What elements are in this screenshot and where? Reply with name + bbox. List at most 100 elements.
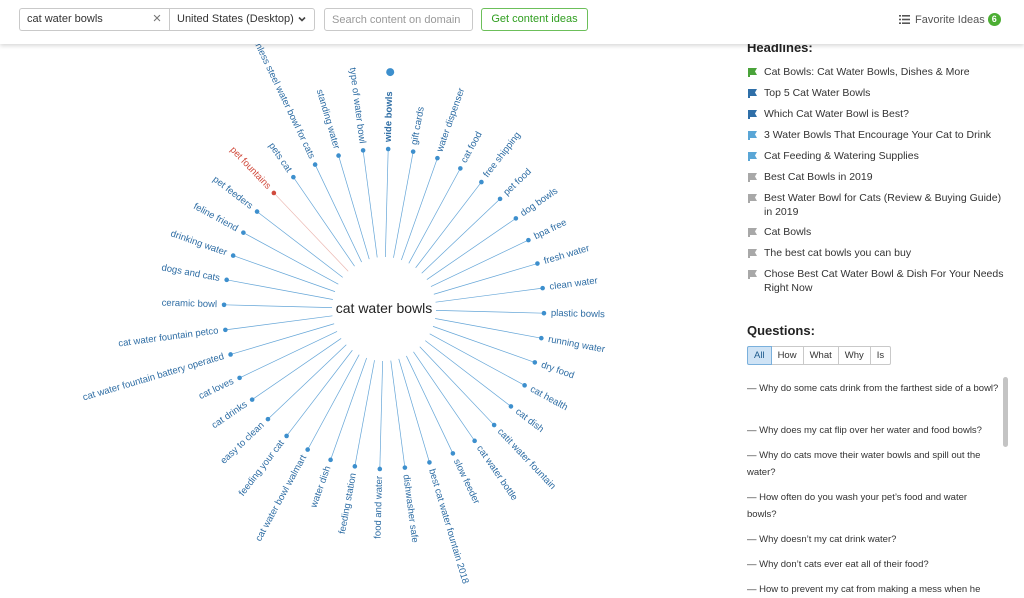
mindmap-topic-label[interactable]: feline friend [191, 201, 239, 234]
question-tab-how[interactable]: How [770, 346, 804, 365]
info-icon[interactable] [386, 68, 395, 77]
question-item[interactable]: — How often do you wash your pet’s food … [747, 489, 999, 523]
mindmap-node-dot[interactable] [435, 155, 440, 161]
mindmap-topic-label[interactable]: water dispenser [434, 87, 467, 155]
question-tab-why[interactable]: Why [837, 346, 871, 365]
mindmap-topic-label[interactable]: cat water fountain petco [118, 325, 219, 349]
mindmap-node-dot[interactable] [352, 464, 358, 469]
question-item[interactable]: — Why don’t cats ever eat all of their f… [747, 556, 999, 573]
mindmap-node-dot[interactable] [241, 230, 246, 235]
mindmap-topic-label[interactable]: bpa free [532, 217, 568, 242]
country-select[interactable]: United States (Desktop) [169, 8, 315, 31]
question-tab-what[interactable]: What [802, 346, 839, 365]
mindmap-topic-label[interactable]: cat loves [197, 376, 236, 402]
mindmap-node-dot[interactable] [522, 383, 527, 388]
mindmap-topic-label[interactable]: dogs and cats [161, 262, 221, 284]
mindmap-node-dot[interactable] [228, 352, 233, 357]
mindmap-node-dot[interactable] [497, 196, 503, 202]
mindmap-topic-label[interactable]: standing water [314, 88, 342, 150]
mindmap-node-dot[interactable] [328, 457, 333, 463]
mindmap-node-dot[interactable] [312, 162, 318, 167]
mindmap-topic-label[interactable]: pet food [501, 166, 533, 198]
mindmap-topic-label[interactable]: wide bowls [383, 91, 395, 143]
mindmap-node-dot[interactable] [377, 466, 383, 472]
mindmap-node-dot[interactable] [254, 209, 260, 214]
mindmap-node-dot[interactable] [284, 433, 289, 439]
mindmap-topic-label[interactable]: cat dish [513, 406, 546, 435]
mindmap-topic-label[interactable]: stainless steel water bowl for cats [246, 44, 317, 161]
mindmap-topic-label[interactable]: gift cards [409, 106, 427, 146]
mindmap-node-dot[interactable] [291, 174, 296, 180]
mindmap-topic-label[interactable]: drinking water [169, 228, 228, 258]
mindmap-topic-label[interactable]: dog bowls [519, 186, 561, 219]
mindmap-topic-label[interactable]: dry food [540, 360, 576, 382]
mindmap-node-dot[interactable] [230, 253, 236, 258]
mindmap-node-dot[interactable] [526, 237, 531, 243]
mindmap-node-dot[interactable] [271, 190, 277, 196]
mindmap-node-dot[interactable] [532, 360, 538, 365]
domain-search-input[interactable] [324, 8, 473, 31]
panel-scrollbar[interactable] [1003, 377, 1008, 447]
headline-item[interactable]: 3 Water Bowls That Encourage Your Cat to… [747, 128, 1009, 142]
mindmap-topic-label[interactable]: clean water [549, 275, 599, 292]
mindmap-node-dot[interactable] [479, 179, 484, 185]
headline-item[interactable]: The best cat bowls you can buy [747, 246, 1009, 260]
question-item[interactable]: — How to prevent my cat from making a me… [747, 581, 999, 598]
question-tab-is[interactable]: Is [869, 346, 892, 365]
mindmap-topic-label[interactable]: cat food [459, 130, 485, 165]
mindmap-topic-label[interactable]: cat drinks [210, 399, 250, 431]
mindmap-node-dot[interactable] [472, 438, 477, 444]
mindmap-topic-label[interactable]: running water [547, 334, 606, 355]
question-tab-all[interactable]: All [747, 346, 772, 365]
mindmap-node-dot[interactable] [360, 148, 366, 153]
mindmap-node-dot[interactable] [265, 416, 271, 422]
mindmap-node-dot[interactable] [539, 335, 544, 341]
mindmap-node-dot[interactable] [223, 327, 228, 333]
mindmap-topic-label[interactable]: fresh water [543, 243, 591, 267]
headline-item[interactable]: Best Water Bowl for Cats (Review & Buyin… [747, 191, 1009, 219]
mindmap-node-dot[interactable] [410, 149, 416, 154]
mindmap-node-dot[interactable] [491, 422, 497, 428]
keyword-input[interactable]: cat water bowls [19, 8, 169, 31]
headline-item[interactable]: Chose Best Cat Water Bowl & Dish For You… [747, 267, 1009, 295]
clear-keyword-icon[interactable]: × [150, 11, 164, 27]
mindmap-topic-label[interactable]: easy to clean [218, 420, 266, 467]
headline-item[interactable]: Cat Bowls: Cat Water Bowls, Dishes & Mor… [747, 65, 1009, 79]
question-item[interactable]: — Why do cats move their water bowls and… [747, 447, 999, 481]
mindmap-node-dot[interactable] [237, 375, 242, 381]
mindmap-topic-label[interactable]: pet feeders [210, 174, 255, 212]
mindmap-topic-label[interactable]: food and water [372, 476, 385, 539]
mindmap-node-dot[interactable] [224, 277, 229, 283]
headline-item[interactable]: Best Cat Bowls in 2019 [747, 170, 1009, 184]
mindmap-topic-label[interactable]: free shipping [481, 130, 523, 180]
question-item[interactable]: — Why doesn’t my cat drink water? [747, 531, 999, 548]
headline-item[interactable]: Cat Feeding & Watering Supplies [747, 149, 1009, 163]
question-item[interactable]: — Why does my cat flip over her water an… [747, 422, 999, 439]
mindmap-topic-label[interactable]: cat health [528, 384, 569, 413]
mindmap-topic-label[interactable]: slow feeder [451, 457, 482, 506]
mindmap-topic-label[interactable]: type of water bowl [347, 67, 368, 144]
mindmap-node-dot[interactable] [513, 216, 519, 221]
headline-item[interactable]: Cat Bowls [747, 225, 1009, 239]
mindmap-topic-label[interactable]: dishwasher safe [400, 474, 420, 544]
mindmap-node-dot[interactable] [336, 153, 341, 158]
mindmap-node-dot[interactable] [508, 404, 514, 409]
mindmap-topic-label[interactable]: pets cat [266, 141, 294, 175]
mindmap-node-dot[interactable] [305, 447, 310, 452]
mindmap-node-dot[interactable] [427, 460, 432, 465]
mindmap-node-dot[interactable] [540, 285, 545, 291]
mindmap-node-dot[interactable] [458, 166, 463, 171]
mindmap-node-dot[interactable] [535, 261, 540, 266]
mindmap-node-dot[interactable] [402, 465, 408, 470]
mindmap-topic-label[interactable]: ceramic bowl [161, 298, 217, 310]
mindmap-node-dot[interactable] [450, 451, 456, 456]
question-item[interactable]: — Why do some cats drink from the farthe… [747, 380, 999, 397]
get-content-ideas-button[interactable]: Get content ideas [481, 8, 588, 31]
mindmap-topic-label[interactable]: feeding station [337, 472, 359, 535]
mindmap-topic-label[interactable]: pet fountains [228, 145, 274, 192]
mindmap-node-dot[interactable] [385, 146, 391, 152]
mindmap-node-dot[interactable] [249, 397, 255, 402]
headline-item[interactable]: Which Cat Water Bowl is Best? [747, 107, 1009, 121]
mindmap-topic-label[interactable]: water dish [308, 465, 333, 510]
mindmap-topic-label[interactable]: plastic bowls [551, 308, 605, 320]
